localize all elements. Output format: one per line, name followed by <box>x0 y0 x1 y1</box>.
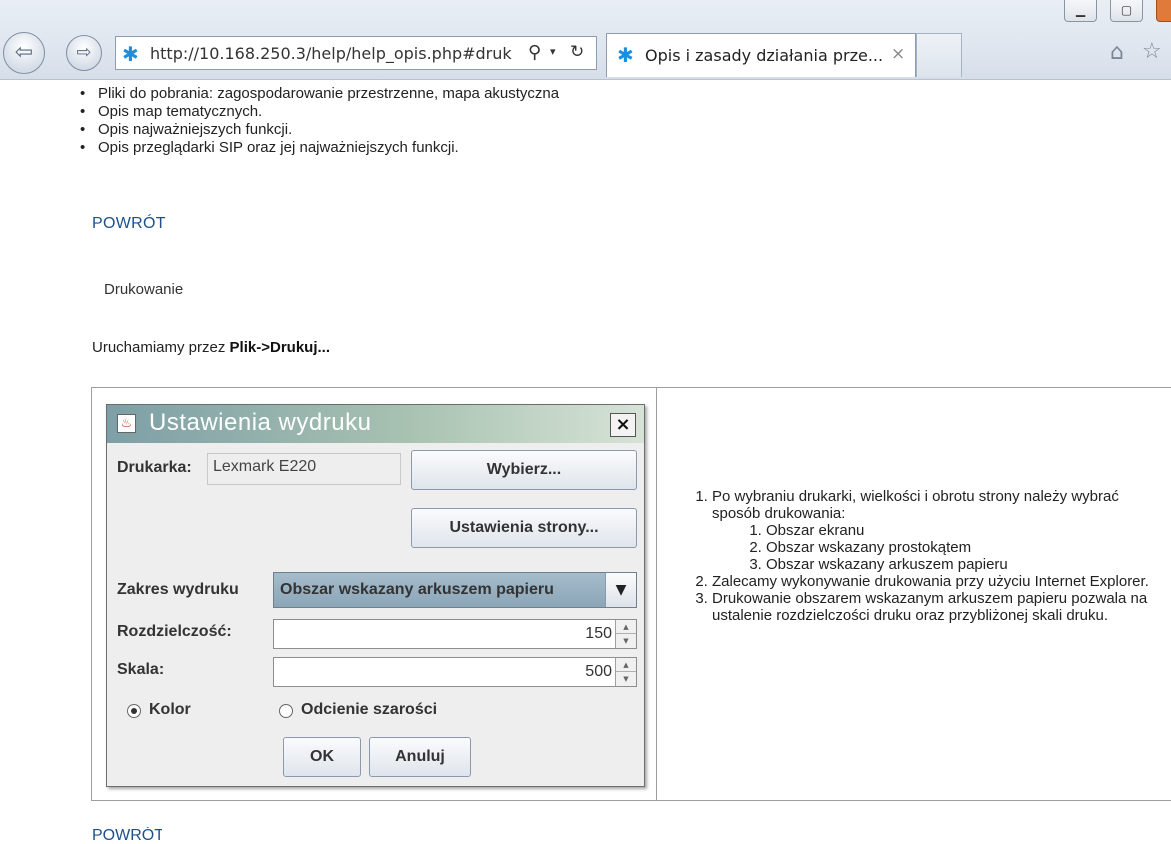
tab-title: Opis i zasady działania prze... <box>645 46 884 65</box>
back-button[interactable]: ⇦ <box>3 32 45 74</box>
minimize-button[interactable]: ▁ <box>1064 0 1097 22</box>
maximize-button[interactable]: ▢ <box>1110 0 1143 22</box>
grayscale-radio[interactable] <box>279 704 293 718</box>
section-heading: Drukowanie <box>104 281 184 298</box>
spin-up-icon[interactable]: ▲ <box>616 658 636 672</box>
new-tab-button[interactable] <box>916 33 962 77</box>
intro-text: Uruchamiamy przez Plik->Drukuj... <box>92 339 330 356</box>
arrow-right-icon: ⇨ <box>76 42 92 63</box>
tab-favicon-icon: ✱ <box>617 43 634 67</box>
color-radio[interactable] <box>127 704 141 718</box>
substep-item: Obszar wskazany arkuszem papieru <box>766 556 1152 573</box>
substep-item: Obszar ekranu <box>766 522 1152 539</box>
printer-label: Drukarka: <box>117 459 192 476</box>
resolution-label: Rozdzielczość: <box>117 623 232 640</box>
address-url: http://10.168.250.3/help/help_opis.php#d… <box>150 44 512 63</box>
range-select[interactable]: Obszar wskazany arkuszem papieru ▼ <box>273 572 637 608</box>
range-select-value: Obszar wskazany arkuszem papieru <box>280 581 554 598</box>
tab-close-icon[interactable]: × <box>891 44 905 64</box>
page-content: Pliki do pobrania: zagospodarowanie prze… <box>0 79 1171 844</box>
address-bar[interactable]: ✱ http://10.168.250.3/help/help_opis.php… <box>115 36 597 70</box>
dialog-titlebar: ♨ Ustawienia wydruku × <box>107 405 644 443</box>
spinner-buttons: ▲ ▼ <box>615 620 636 648</box>
resolution-spinner[interactable]: 150 ▲ ▼ <box>273 619 637 649</box>
list-item: Pliki do pobrania: zagospodarowanie prze… <box>78 85 559 103</box>
scale-spinner[interactable]: 500 ▲ ▼ <box>273 657 637 687</box>
chevron-down-icon[interactable]: ▼ <box>605 573 636 607</box>
spin-up-icon[interactable]: ▲ <box>616 620 636 634</box>
bottom-back-link[interactable]: POWRÓT <box>92 827 162 841</box>
spinner-buttons: ▲ ▼ <box>615 658 636 686</box>
java-cup-icon: ♨ <box>117 414 136 433</box>
range-label: Zakres wydruku <box>117 581 239 598</box>
choose-printer-button[interactable]: Wybierz... <box>411 450 637 490</box>
list-item: Opis przeglądarki SIP oraz jej najważnie… <box>78 139 559 157</box>
step-item: Po wybraniu drukarki, wielkości i obrotu… <box>712 488 1152 573</box>
step-item: Drukowanie obszarem wskazanym arkuszem p… <box>712 590 1152 624</box>
spin-down-icon[interactable]: ▼ <box>616 672 636 686</box>
close-window-button[interactable] <box>1156 0 1171 22</box>
dropdown-icon[interactable]: ▾ <box>550 45 556 58</box>
home-icon[interactable]: ⌂ <box>1110 40 1124 65</box>
scale-label: Skala: <box>117 661 165 678</box>
ok-button[interactable]: OK <box>283 737 361 777</box>
color-option-label: Kolor <box>149 701 191 718</box>
print-settings-dialog: ♨ Ustawienia wydruku × Drukarka: Lexmark… <box>106 404 645 787</box>
favorites-star-icon[interactable]: ☆ <box>1142 39 1162 64</box>
instructions: Po wybraniu drukarki, wielkości i obrotu… <box>682 488 1152 624</box>
dialog-title: Ustawienia wydruku <box>149 409 372 436</box>
grayscale-option-label: Odcienie szarości <box>301 701 438 718</box>
printer-value: Lexmark E220 <box>207 453 401 485</box>
step-text: Po wybraniu drukarki, wielkości i obrotu… <box>712 488 1119 522</box>
cancel-button[interactable]: Anuluj <box>369 737 471 777</box>
spin-down-icon[interactable]: ▼ <box>616 634 636 648</box>
list-item: Opis najważniejszych funkcji. <box>78 121 559 139</box>
dialog-close-button[interactable]: × <box>610 413 636 437</box>
print-help-table: ♨ Ustawienia wydruku × Drukarka: Lexmark… <box>91 387 1171 801</box>
intro-command: Plik->Drukuj... <box>229 339 330 356</box>
forward-button[interactable]: ⇨ <box>66 35 102 71</box>
resolution-value: 150 <box>585 625 612 642</box>
substep-item: Obszar wskazany prostokątem <box>766 539 1152 556</box>
refresh-icon[interactable]: ↻ <box>570 42 584 62</box>
browser-toolbar: ▁ ▢ ⇦ ⇨ ✱ http://10.168.250.3/help/help_… <box>0 0 1171 80</box>
search-icon[interactable]: ⚲ <box>528 42 541 63</box>
features-list: Pliki do pobrania: zagospodarowanie prze… <box>78 85 559 157</box>
page-setup-button[interactable]: Ustawienia strony... <box>411 508 637 548</box>
scale-value: 500 <box>585 663 612 680</box>
tab-active[interactable]: ✱ Opis i zasady działania prze... × <box>606 33 916 77</box>
list-item: Opis map tematycznych. <box>78 103 559 121</box>
arrow-left-icon: ⇦ <box>14 40 34 65</box>
back-link[interactable]: POWRÓT <box>92 215 166 233</box>
step-item: Zalecamy wykonywanie drukowania przy uży… <box>712 573 1152 590</box>
site-favicon-icon: ✱ <box>122 42 139 66</box>
intro-prefix: Uruchamiamy przez <box>92 339 230 356</box>
column-divider <box>656 388 657 800</box>
